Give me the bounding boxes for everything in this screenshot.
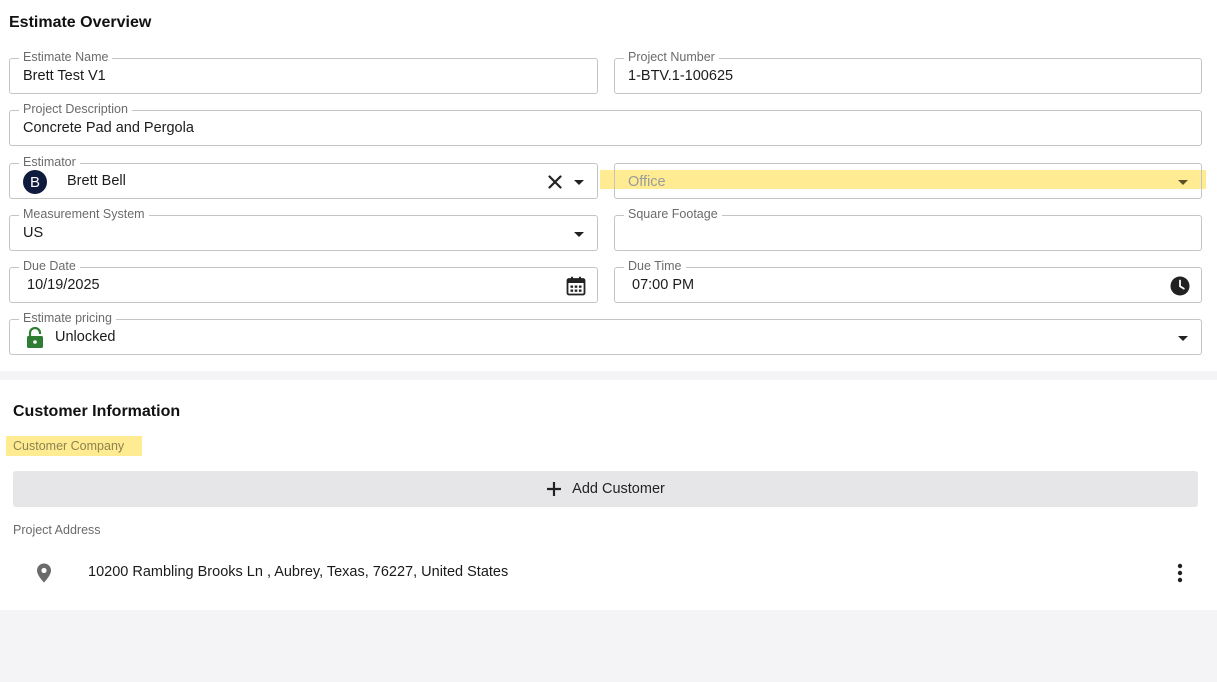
project-address-label: Project Address: [13, 523, 101, 537]
project-number-field[interactable]: Project Number 1-BTV.1-100625: [614, 50, 1202, 94]
square-footage-label: Square Footage: [624, 207, 722, 222]
estimate-overview-panel: Estimate Overview Estimate Name Brett Te…: [0, 0, 1217, 371]
measurement-system-label: Measurement System: [19, 207, 149, 222]
project-number-label: Project Number: [624, 50, 719, 65]
measurement-system-value: US: [23, 225, 44, 241]
estimator-value: Brett Bell: [67, 173, 126, 189]
due-time-field[interactable]: Due Time 07:00 PM: [614, 259, 1202, 303]
due-date-field[interactable]: Due Date 10/19/2025: [9, 259, 598, 303]
chevron-down-icon[interactable]: [574, 232, 584, 237]
due-date-label: Due Date: [19, 259, 80, 274]
estimate-overview-title: Estimate Overview: [9, 14, 152, 31]
customer-information-title: Customer Information: [13, 403, 181, 420]
clock-icon[interactable]: [1170, 276, 1190, 296]
square-footage-field[interactable]: Square Footage: [614, 207, 1202, 251]
estimate-pricing-value: Unlocked: [55, 329, 116, 345]
project-description-label: Project Description: [19, 102, 132, 117]
project-description-value[interactable]: Concrete Pad and Pergola: [23, 120, 194, 136]
plus-icon: [546, 481, 562, 497]
more-vert-icon[interactable]: [1170, 562, 1190, 584]
unlocked-icon: [25, 327, 45, 349]
estimator-label: Estimator: [19, 155, 80, 170]
estimate-name-field[interactable]: Estimate Name Brett Test V1: [9, 50, 598, 94]
chevron-down-icon[interactable]: [574, 180, 584, 185]
add-customer-label: Add Customer: [572, 481, 665, 497]
customer-company-label: Customer Company: [13, 439, 125, 453]
due-time-value[interactable]: 07:00 PM: [632, 277, 694, 293]
estimate-name-label: Estimate Name: [19, 50, 113, 65]
customer-information-panel: Customer Information Customer Company Ad…: [0, 380, 1217, 610]
project-address-value: 10200 Rambling Brooks Ln , Aubrey, Texas…: [88, 564, 509, 580]
map-pin-icon: [35, 563, 53, 583]
clear-icon[interactable]: [546, 173, 564, 191]
due-date-value[interactable]: 10/19/2025: [27, 277, 100, 293]
estimate-pricing-label: Estimate pricing: [19, 311, 116, 326]
measurement-system-select[interactable]: Measurement System US: [9, 207, 598, 251]
estimate-pricing-select[interactable]: Estimate pricing Unlocked: [9, 311, 1202, 355]
due-time-label: Due Time: [624, 259, 686, 274]
estimator-avatar: B: [23, 170, 47, 194]
add-customer-button[interactable]: Add Customer: [13, 471, 1198, 507]
project-number-value[interactable]: 1-BTV.1-100625: [628, 68, 733, 84]
estimator-select[interactable]: Estimator B Brett Bell: [9, 155, 598, 199]
office-placeholder: Office: [628, 174, 666, 190]
chevron-down-icon[interactable]: [1178, 180, 1188, 185]
estimate-name-value[interactable]: Brett Test V1: [23, 68, 106, 84]
chevron-down-icon[interactable]: [1178, 336, 1188, 341]
office-select[interactable]: Office: [614, 163, 1202, 199]
project-description-field[interactable]: Project Description Concrete Pad and Per…: [9, 102, 1202, 146]
calendar-icon[interactable]: [565, 275, 587, 297]
